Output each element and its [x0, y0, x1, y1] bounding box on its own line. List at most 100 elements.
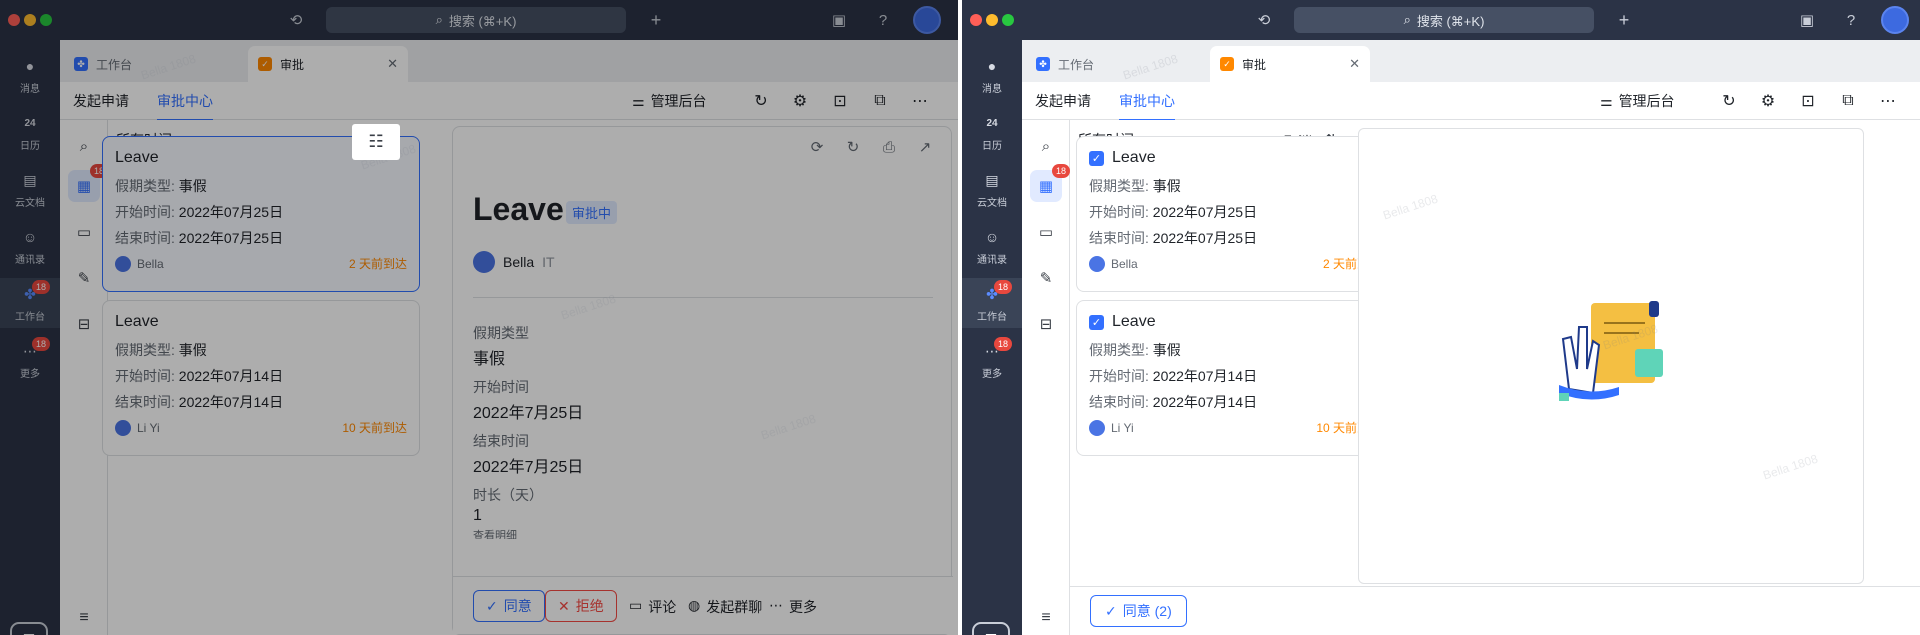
- settings-icon[interactable]: ⚙: [789, 90, 811, 112]
- checkbox-checked-icon[interactable]: ✓: [1089, 314, 1104, 330]
- tab-workplace[interactable]: ✤ 工作台: [1026, 46, 1206, 82]
- nav-docs[interactable]: ▤ 云文档: [962, 164, 1022, 214]
- settings-icon[interactable]: ⚙: [1757, 90, 1779, 112]
- share-icon[interactable]: ↗: [915, 137, 935, 157]
- window-right: ⟲ ⌕ 搜索 (⌘+K) + ▣ ? ● 消息 24 日历 ▤ 云文档 ☺ 通讯…: [962, 0, 1920, 635]
- check-icon: ✓: [486, 597, 498, 614]
- notification-badge: 18: [31, 280, 50, 294]
- history-icon[interactable]: ⟲: [1253, 9, 1275, 31]
- tab-submit-request[interactable]: 发起申请: [1035, 91, 1091, 111]
- print-icon[interactable]: ⎙: [879, 137, 899, 157]
- batch-agree-button[interactable]: ✓ 同意 (2): [1090, 595, 1187, 627]
- tab-approval[interactable]: ✓ 审批 ✕: [1210, 46, 1370, 82]
- refresh-icon[interactable]: ↻: [750, 90, 772, 112]
- detail-panel: ⟳ ↻ ⎙ ↗ Leave 审批中 Bella IT 假期类型 事假 开始时间 …: [452, 126, 953, 635]
- cc-icon[interactable]: ⊟: [1030, 308, 1062, 340]
- close-icon[interactable]: ✕: [1349, 56, 1360, 72]
- calendar-icon: 24: [24, 117, 36, 129]
- user-avatar[interactable]: [913, 6, 941, 34]
- search-icon[interactable]: ⌕: [68, 130, 100, 162]
- search-icon[interactable]: ⌕: [1030, 130, 1062, 162]
- maximize-window-button[interactable]: [40, 14, 52, 26]
- tab-strip: ✤ 工作台 ✓ 审批 ✕: [1022, 40, 1920, 82]
- history-icon[interactable]: ⟲: [285, 9, 307, 31]
- field-label: 查看明细: [473, 530, 517, 539]
- nav-messages[interactable]: ● 消息: [0, 50, 60, 100]
- field-value: 2022年7月25日: [473, 405, 584, 422]
- tab-submit-request[interactable]: 发起申请: [73, 91, 129, 111]
- list-item[interactable]: ✓ Leave 假期类型: 事假 开始时间: 2022年07月25日 结束时间: …: [1076, 136, 1394, 292]
- app-header: 发起申请 审批中心 ⚌ 管理后台 ↻ ⚙ ⊡ ⧉ ⋯: [60, 82, 958, 121]
- nav-calendar[interactable]: 24 日历: [0, 107, 60, 157]
- x-icon: ✕: [558, 597, 570, 614]
- bot-icon[interactable]: ⊡: [1797, 90, 1819, 112]
- nav-contacts[interactable]: ☺ 通讯录: [962, 221, 1022, 271]
- submitted-icon[interactable]: ✎: [1030, 262, 1062, 294]
- close-window-button[interactable]: [8, 14, 20, 26]
- avatar: [473, 251, 495, 273]
- more-actions-button[interactable]: ⋯ 更多: [769, 597, 817, 617]
- nav-workplace[interactable]: ✤ 工作台 18: [0, 278, 60, 328]
- more-icon[interactable]: ⋯: [909, 90, 931, 112]
- tab-approval-center[interactable]: 审批中心: [1119, 91, 1175, 121]
- field-label: 时长（天）: [473, 487, 543, 503]
- admin-button[interactable]: ⚌ 管理后台: [1600, 88, 1675, 114]
- collapse-icon[interactable]: ≡: [72, 606, 96, 630]
- help-icon[interactable]: ?: [1840, 9, 1862, 31]
- pending-icon[interactable]: ▦ 18: [68, 164, 108, 202]
- search-input[interactable]: ⌕ 搜索 (⌘+K): [326, 7, 626, 33]
- help-icon[interactable]: ?: [872, 9, 894, 31]
- reject-button[interactable]: ✕ 拒绝: [545, 590, 617, 622]
- list-item[interactable]: Leave 假期类型: 事假 开始时间: 2022年07月14日 结束时间: 2…: [102, 300, 420, 456]
- workspace-switch-button[interactable]: T: [972, 622, 1010, 635]
- window-icon[interactable]: ⧉: [869, 90, 891, 112]
- contacts-icon: ☺: [22, 229, 38, 245]
- status-icon[interactable]: ▣: [1796, 9, 1818, 31]
- nav-calendar[interactable]: 24 日历: [962, 107, 1022, 157]
- close-icon[interactable]: ✕: [387, 56, 398, 72]
- tab-approval-center[interactable]: 审批中心: [157, 91, 213, 121]
- approval-body: ⌕ ▦18 ▭ ✎ ⊟ ≡ 所有时间 ⌄ ⇅ Leave 假期类型: 事假 开始…: [60, 120, 958, 635]
- batch-select-button[interactable]: ☷: [352, 124, 400, 160]
- user-avatar[interactable]: [1881, 6, 1909, 34]
- sync-icon[interactable]: ⟳: [807, 137, 827, 157]
- refresh-icon[interactable]: ↻: [843, 137, 863, 157]
- list-item[interactable]: ✓ Leave 假期类型: 事假 开始时间: 2022年07月14日 结束时间: …: [1076, 300, 1394, 456]
- more-icon[interactable]: ⋯: [1877, 90, 1899, 112]
- nav-more[interactable]: ⋯ 更多 18: [0, 335, 60, 385]
- nav-more[interactable]: ⋯ 更多 18: [962, 335, 1022, 385]
- search-input[interactable]: ⌕ 搜索 (⌘+K): [1294, 7, 1594, 33]
- new-tab-icon[interactable]: +: [1613, 9, 1635, 31]
- admin-button[interactable]: ⚌ 管理后台: [632, 88, 707, 114]
- group-chat-button[interactable]: ◍ 发起群聊: [688, 597, 762, 617]
- archive-icon[interactable]: ▭: [68, 216, 100, 248]
- minimize-window-button[interactable]: [24, 14, 36, 26]
- pending-icon[interactable]: ▦ 18: [1030, 164, 1070, 202]
- window-icon[interactable]: ⧉: [1837, 90, 1859, 112]
- checkbox-checked-icon[interactable]: ✓: [1089, 150, 1104, 166]
- tab-approval[interactable]: ✓ 审批 ✕: [248, 46, 408, 82]
- maximize-window-button[interactable]: [1002, 14, 1014, 26]
- nav-workplace[interactable]: ✤ 工作台 18: [962, 278, 1022, 328]
- refresh-icon[interactable]: ↻: [1718, 90, 1740, 112]
- empty-illustration: [1559, 301, 1663, 401]
- cc-icon[interactable]: ⊟: [68, 308, 100, 340]
- new-tab-icon[interactable]: +: [645, 9, 667, 31]
- bot-icon[interactable]: ⊡: [829, 90, 851, 112]
- collapse-icon[interactable]: ≡: [1034, 606, 1058, 630]
- divider: [473, 297, 933, 298]
- status-icon[interactable]: ▣: [828, 9, 850, 31]
- nav-contacts[interactable]: ☺ 通讯录: [0, 221, 60, 271]
- agree-button[interactable]: ✓ 同意: [473, 590, 545, 622]
- comment-button[interactable]: ▭ 评论: [629, 597, 676, 617]
- submitted-icon[interactable]: ✎: [68, 262, 100, 294]
- minimize-window-button[interactable]: [986, 14, 998, 26]
- archive-icon[interactable]: ▭: [1030, 216, 1062, 248]
- nav-docs[interactable]: ▤ 云文档: [0, 164, 60, 214]
- close-window-button[interactable]: [970, 14, 982, 26]
- workspace-switch-button[interactable]: T: [10, 622, 48, 635]
- nav-messages[interactable]: ● 消息: [962, 50, 1022, 100]
- field-label: 开始时间: [473, 379, 529, 395]
- tab-workplace[interactable]: ✤ 工作台: [64, 46, 244, 82]
- detail-actions: ✓ 同意 ✕ 拒绝 ▭ 评论 ◍ 发起群聊 ⋯ 更多: [453, 576, 953, 634]
